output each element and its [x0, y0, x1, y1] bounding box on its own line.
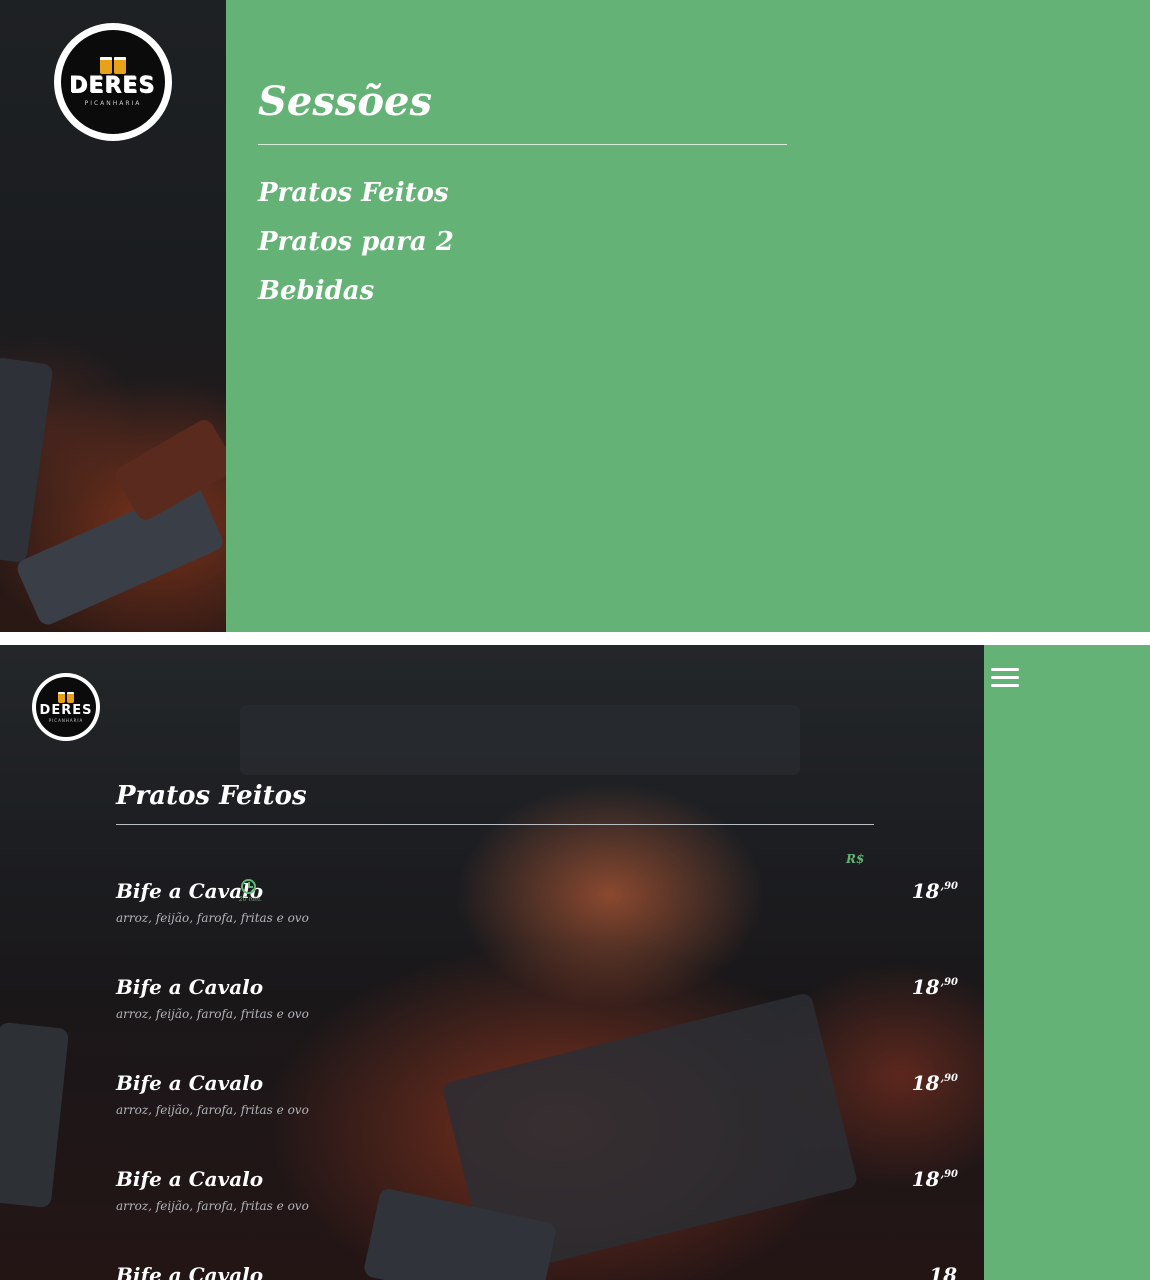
logo-badge: DERES PICANHARIA [36, 677, 96, 737]
menu-item-name: Bife a Cavalo [116, 1167, 264, 1191]
logo-brand-text: DERES [69, 74, 157, 99]
prep-time: 20 min. [239, 879, 264, 907]
ember-log [112, 416, 226, 524]
menu-item[interactable]: Bife a Cavalo 20 min. arroz, feijão, far… [116, 879, 958, 959]
price-integer: 18 [929, 1263, 957, 1280]
menu-item-price: 18,90 [912, 975, 958, 999]
beer-mug-icon [114, 57, 126, 74]
menu-screen: DERES PICANHARIA Pratos Feitos R$ Bife a… [0, 645, 1150, 1280]
price-integer: 18 [911, 879, 940, 903]
menu-item-name: Bife a Cavalo [116, 1071, 264, 1095]
menu-item-description: arroz, feijão, farofa, fritas e ovo [116, 1007, 309, 1021]
charcoal-log [0, 356, 54, 564]
sessions-screen: DERES PICANHARIA Sessões Pratos Feitos P… [0, 0, 1150, 632]
clock-icon [241, 879, 256, 894]
menu-item-price: 18 [929, 1263, 958, 1280]
charcoal-log [14, 482, 226, 628]
session-link-pratos-feitos[interactable]: Pratos Feitos [258, 171, 454, 220]
logo-badge: DERES PICANHARIA [61, 30, 165, 134]
beer-mug-icon [100, 57, 112, 74]
beer-mug-icon [58, 691, 65, 703]
charcoal-log [0, 1021, 70, 1209]
price-integer: 18 [911, 1071, 940, 1095]
menu-item[interactable]: Bife a Cavalo arroz, feijão, farofa, fri… [116, 1167, 958, 1247]
session-link-bebidas[interactable]: Bebidas [258, 269, 454, 318]
menu-background: DERES PICANHARIA Pratos Feitos R$ Bife a… [0, 645, 984, 1280]
sessions-list: Pratos Feitos Pratos para 2 Bebidas [258, 171, 454, 318]
price-decimal: ,90 [940, 977, 958, 988]
menu-item[interactable]: Bife a Cavalo arroz, feijão, farofa, fri… [116, 1071, 958, 1151]
price-decimal: ,90 [940, 1169, 958, 1180]
menu-item-price: 18,90 [912, 879, 958, 903]
logo[interactable]: DERES PICANHARIA [54, 23, 172, 141]
beer-mugs-icon [58, 691, 74, 703]
price-integer: 18 [911, 975, 940, 999]
sessions-title: Sessões [258, 78, 433, 125]
section-title: Pratos Feitos [116, 781, 307, 811]
brick-wall [240, 705, 800, 775]
menu-item-description: arroz, feijão, farofa, fritas e ovo [116, 911, 309, 925]
hamburger-menu-icon[interactable] [991, 668, 1019, 690]
logo-subtitle-text: PICANHARIA [84, 100, 142, 107]
beer-mugs-icon [100, 57, 126, 74]
menu-item-description: arroz, feijão, farofa, fritas e ovo [116, 1103, 309, 1117]
prep-time-label: 20 min. [239, 896, 262, 903]
beer-mug-icon [67, 691, 74, 703]
menu-item[interactable]: Bife a Cavalo 18 [116, 1263, 958, 1280]
price-decimal: ,90 [940, 1073, 958, 1084]
logo-brand-text: DERES [39, 702, 93, 718]
session-link-pratos-para-2[interactable]: Pratos para 2 [258, 220, 454, 269]
title-divider [258, 144, 787, 145]
background-image-panel: DERES PICANHARIA [0, 0, 226, 632]
menu-item-price: 18,90 [912, 1167, 958, 1191]
sidebar-strip [984, 645, 1150, 1280]
price-integer: 18 [911, 1167, 940, 1191]
menu-item[interactable]: Bife a Cavalo arroz, feijão, farofa, fri… [116, 975, 958, 1055]
menu-item-description: arroz, feijão, farofa, fritas e ovo [116, 1199, 309, 1213]
menu-item-name: Bife a Cavalo [116, 1263, 264, 1280]
menu-item-price: 18,90 [912, 1071, 958, 1095]
menu-item-name: Bife a Cavalo [116, 975, 264, 999]
logo-subtitle-text: PICANHARIA [48, 717, 84, 723]
section-divider [116, 824, 874, 825]
logo[interactable]: DERES PICANHARIA [32, 673, 100, 741]
currency-label: R$ [846, 852, 865, 866]
screenshot-divider [0, 632, 1150, 645]
price-decimal: ,90 [940, 881, 958, 892]
